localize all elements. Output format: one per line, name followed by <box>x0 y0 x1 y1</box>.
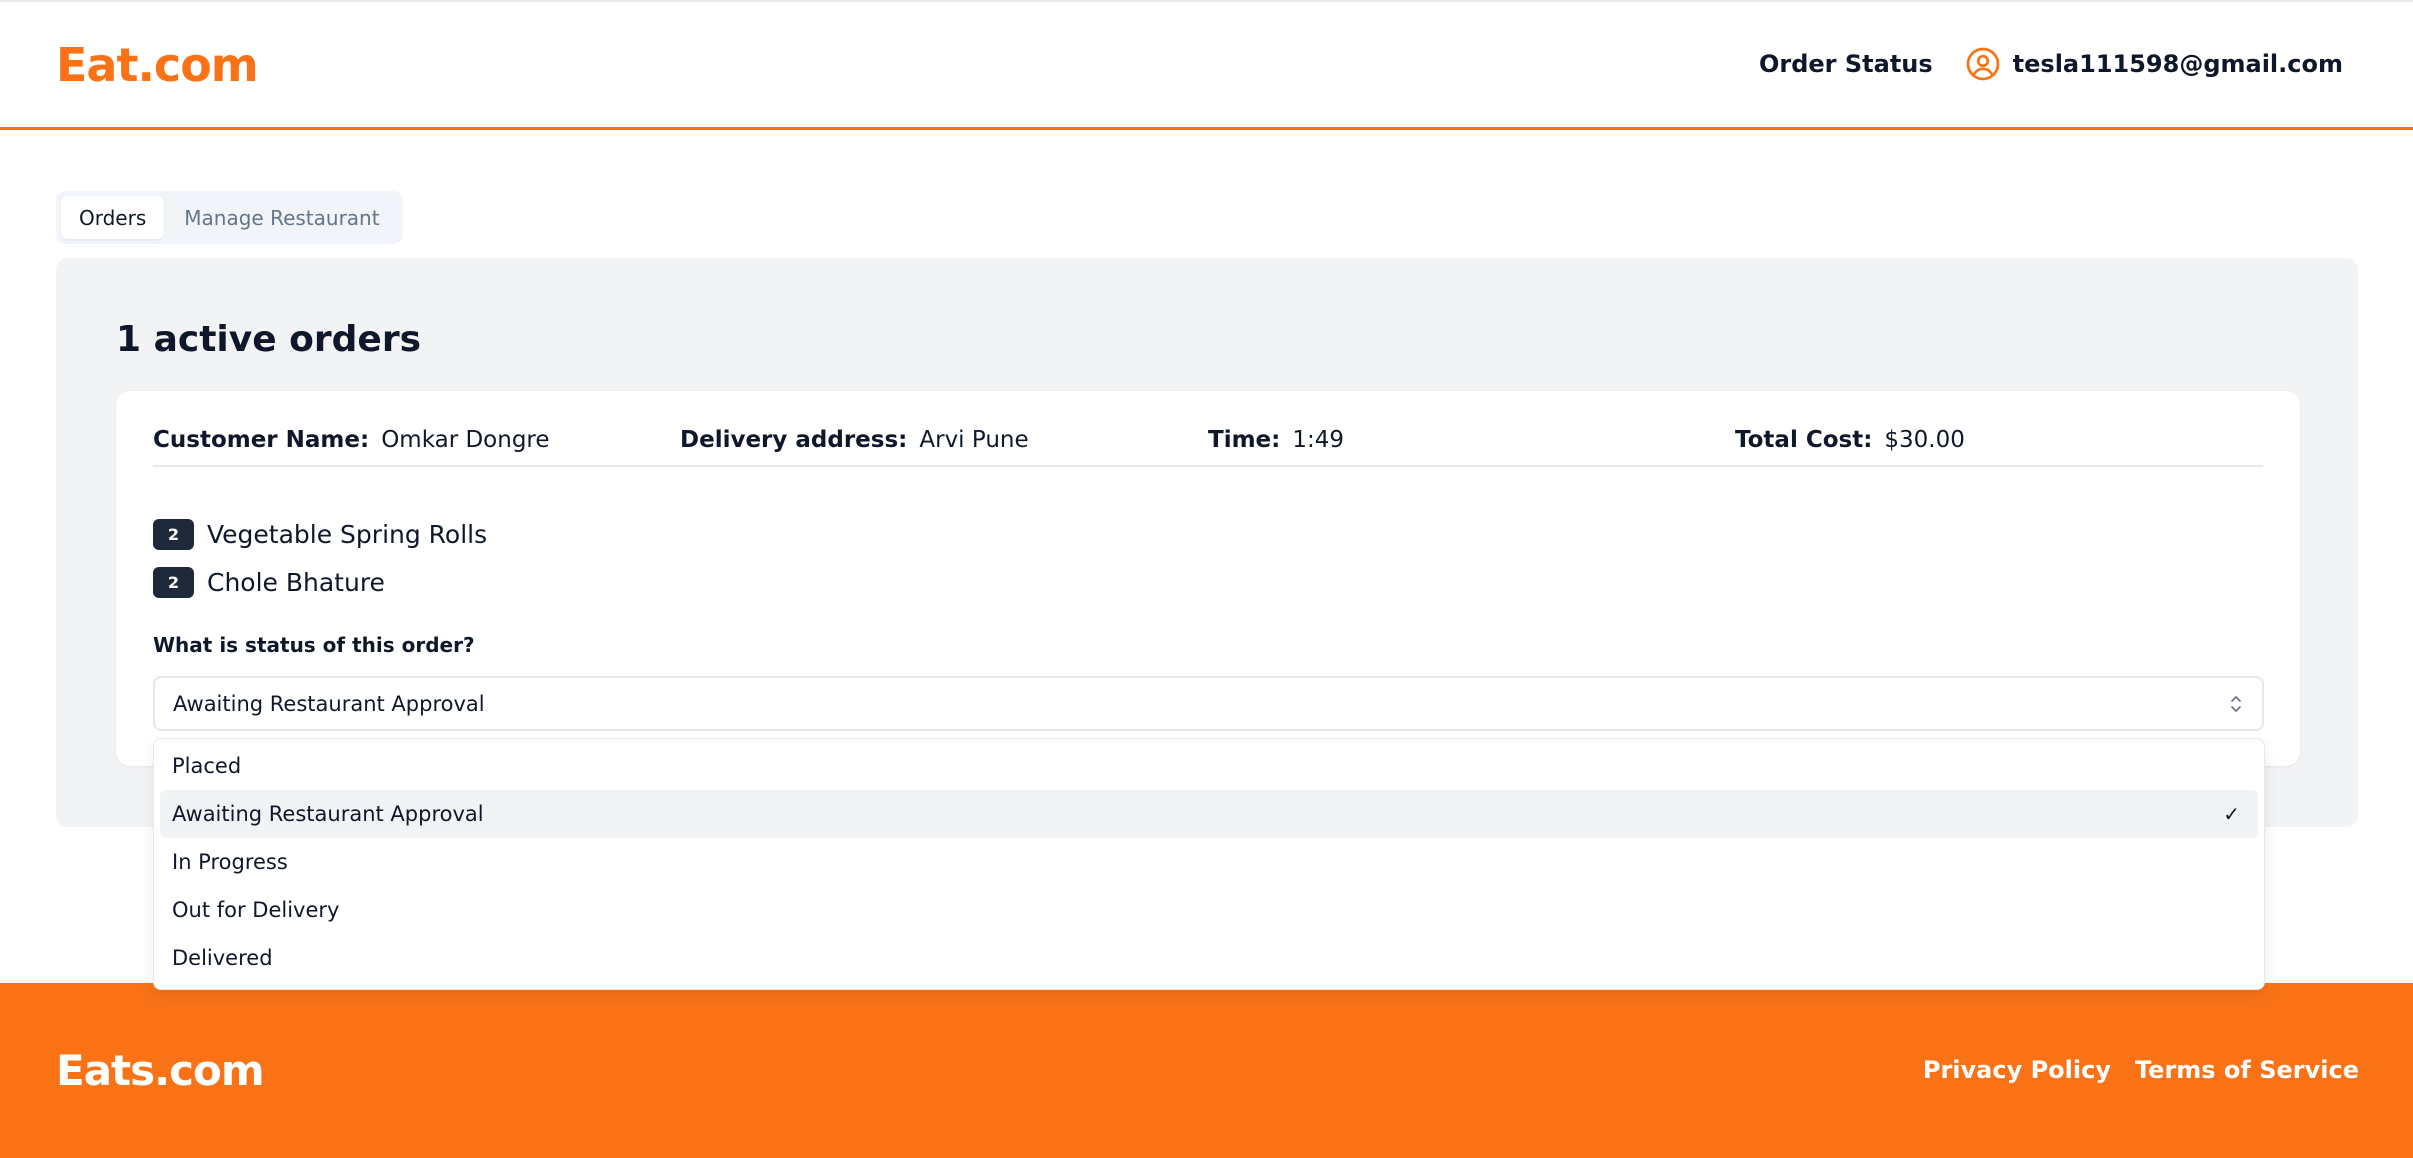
status-option-out-for-delivery[interactable]: Out for Delivery <box>160 886 2258 934</box>
terms-of-service-link[interactable]: Terms of Service <box>2135 1056 2359 1084</box>
delivery-address-value: Arvi Pune <box>919 427 1029 453</box>
site-header: Eat.com Order Status tesla111598@gmail.c… <box>0 0 2413 130</box>
order-item: 2 Chole Bhature <box>153 567 385 598</box>
user-circle-icon <box>1965 46 2001 82</box>
tab-manage-restaurant[interactable]: Manage Restaurant <box>166 196 397 239</box>
time-label: Time: <box>1208 427 1281 453</box>
order-card: Customer Name: Omkar Dongre Delivery addr… <box>116 391 2300 766</box>
customer-name-value: Omkar Dongre <box>381 427 550 453</box>
chevron-up-down-icon <box>2228 693 2244 715</box>
tab-orders[interactable]: Orders <box>61 196 165 239</box>
status-option-label: Awaiting Restaurant Approval <box>172 802 484 826</box>
status-option-delivered[interactable]: Delivered <box>160 934 2258 982</box>
status-option-label: Placed <box>172 754 242 778</box>
delivery-address-label: Delivery address: <box>680 427 908 453</box>
footer-logo[interactable]: Eats.com <box>56 1046 265 1095</box>
header-nav: Order Status tesla111598@gmail.com <box>1759 46 2343 82</box>
order-item: 2 Vegetable Spring Rolls <box>153 519 487 550</box>
privacy-policy-link[interactable]: Privacy Policy <box>1923 1056 2111 1084</box>
order-status-link[interactable]: Order Status <box>1759 50 1933 78</box>
order-status-select[interactable]: Awaiting Restaurant Approval <box>153 676 2264 731</box>
customer-name-label: Customer Name: <box>153 427 370 453</box>
tab-list: Orders Manage Restaurant <box>56 191 403 244</box>
status-question: What is status of this order? <box>153 633 475 657</box>
user-email: tesla111598@gmail.com <box>2012 50 2343 78</box>
status-option-label: Delivered <box>172 946 273 970</box>
site-footer: Eats.com Privacy Policy Terms of Service <box>0 983 2413 1158</box>
item-name: Vegetable Spring Rolls <box>207 520 488 549</box>
total-cost-label: Total Cost: <box>1735 427 1873 453</box>
status-option-placed[interactable]: Placed <box>160 742 2258 790</box>
total-cost: Total Cost: $30.00 <box>1735 427 1965 453</box>
item-quantity-badge: 2 <box>153 519 194 550</box>
order-status-value: Awaiting Restaurant Approval <box>173 691 485 716</box>
site-logo[interactable]: Eat.com <box>56 38 259 92</box>
customer-name: Customer Name: Omkar Dongre <box>153 427 550 453</box>
status-option-awaiting-approval[interactable]: Awaiting Restaurant Approval ✓ <box>160 790 2258 838</box>
total-cost-value: $30.00 <box>1884 427 1965 453</box>
check-icon: ✓ <box>2223 802 2240 826</box>
item-quantity-badge: 2 <box>153 567 194 598</box>
delivery-address: Delivery address: Arvi Pune <box>680 427 1029 453</box>
order-status-dropdown: Placed Awaiting Restaurant Approval ✓ In… <box>153 738 2265 990</box>
footer-links: Privacy Policy Terms of Service <box>1923 1056 2359 1084</box>
status-option-label: In Progress <box>172 850 288 874</box>
time-value: 1:49 <box>1292 427 1344 453</box>
order-time: Time: 1:49 <box>1208 427 1344 453</box>
active-orders-title: 1 active orders <box>116 319 422 360</box>
order-meta: Customer Name: Omkar Dongre Delivery addr… <box>153 417 2263 467</box>
status-option-label: Out for Delivery <box>172 898 340 922</box>
user-menu[interactable]: tesla111598@gmail.com <box>1965 46 2343 82</box>
status-option-in-progress[interactable]: In Progress <box>160 838 2258 886</box>
item-name: Chole Bhature <box>207 568 385 597</box>
